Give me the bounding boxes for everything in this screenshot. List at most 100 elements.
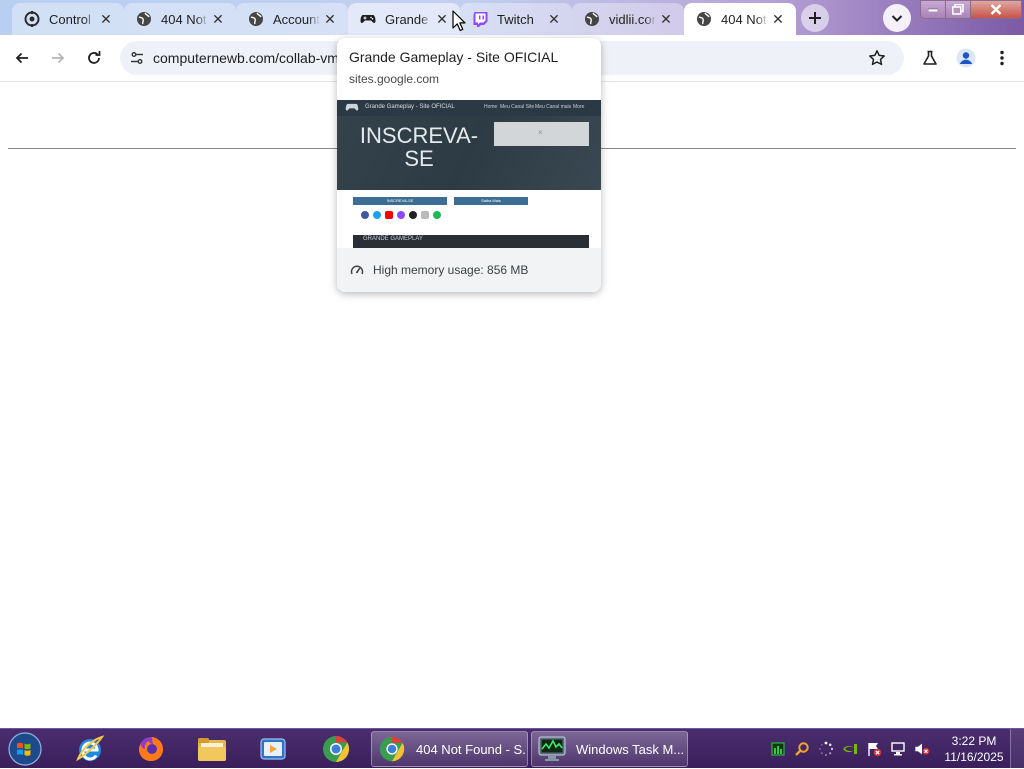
clock-date: 11/16/2025: [944, 750, 1004, 764]
tab-preview-thumbnail: Grande Gameplay - Site OFICIAL Home Meu …: [337, 100, 601, 248]
tiktok-icon: [409, 211, 417, 219]
minimize-icon: [928, 8, 938, 12]
thumbnail-nav-link: Home: [484, 104, 498, 110]
close-window-button[interactable]: [970, 0, 1022, 19]
close-icon[interactable]: ✕: [208, 9, 228, 29]
arrow-right-icon: [52, 52, 65, 64]
taskbar-pin-ie[interactable]: [64, 731, 116, 767]
folder-icon: [198, 738, 226, 761]
clock-time: 3:22 PM: [951, 734, 997, 748]
profile-button[interactable]: [951, 43, 981, 73]
tray-search-icon[interactable]: [794, 741, 810, 757]
close-icon: [990, 4, 1002, 15]
taskbar-task-task-manager[interactable]: Windows Task M...: [531, 731, 688, 767]
plus-icon: [809, 12, 821, 24]
tab-grande[interactable]: Grande ✕: [348, 3, 460, 35]
close-icon[interactable]: ✕: [768, 9, 788, 29]
thumbnail-hero: INSCREVA-SE ×: [337, 116, 601, 190]
tab-label: Twitch: [497, 11, 534, 27]
kebab-menu-icon: [1000, 50, 1004, 66]
globe-icon: [696, 11, 712, 27]
bookmark-star-icon[interactable]: [866, 47, 888, 69]
tab-label: Account: [273, 11, 320, 27]
gamepad-icon: [345, 103, 359, 111]
close-icon[interactable]: ✕: [96, 9, 116, 29]
link-icon: [421, 211, 429, 219]
reload-button[interactable]: [79, 43, 109, 73]
tab-strip: Control ✕ 404 Not Found ✕ Account ✕ Gran…: [0, 0, 1024, 35]
thumbnail-video-title: GRANDE GAMEPLAY: [363, 236, 423, 242]
twitch-icon: [472, 11, 488, 27]
taskbar-pin-chrome[interactable]: [310, 731, 362, 767]
tray-volume-muted-icon[interactable]: [914, 741, 930, 757]
hover-card-title: Grande Gameplay - Site OFICIAL: [349, 49, 559, 65]
taskbar-pin-explorer[interactable]: [186, 731, 238, 767]
tab-404-not-found-active[interactable]: 404 Not Found ✕: [684, 3, 796, 35]
thumbnail-site-title: Grande Gameplay - Site OFICIAL: [365, 104, 455, 110]
thumbnail-nav-link: Meu Canal mais: [535, 104, 572, 110]
restore-icon: [952, 4, 964, 15]
memory-usage-text: High memory usage: 856 MB: [373, 263, 529, 277]
hover-card-footer: High memory usage: 856 MB: [337, 248, 601, 292]
globe-icon: [136, 11, 152, 27]
tray-performance-icon[interactable]: [770, 741, 786, 757]
show-desktop-button[interactable]: [1010, 729, 1024, 769]
start-button[interactable]: [3, 729, 47, 769]
tab-search-button[interactable]: [883, 4, 911, 32]
forward-button[interactable]: [43, 43, 73, 73]
tray-spinner-icon[interactable]: [818, 741, 834, 757]
twitch-icon: [397, 211, 405, 219]
tray-nvidia-icon[interactable]: [842, 741, 858, 757]
tab-label: Control: [49, 11, 91, 27]
thumbnail-form-glyph: ×: [538, 128, 543, 137]
taskbar: 404 Not Found - S... Windows Task M... 3…: [0, 728, 1024, 769]
tab-label: vidlii.com: [609, 11, 656, 27]
chrome-icon: [323, 735, 350, 763]
avatar-icon: [956, 48, 976, 68]
thumbnail-button: Saiba Mais: [454, 197, 528, 205]
menu-button[interactable]: [987, 43, 1017, 73]
thumbnail-nav-link: More: [573, 104, 585, 110]
spotify-icon: [433, 211, 441, 219]
twitter-icon: [373, 211, 381, 219]
chevron-down-icon: [891, 15, 903, 22]
back-button[interactable]: [7, 43, 37, 73]
tab-control[interactable]: Control ✕: [12, 3, 124, 35]
tab-label: 404 Not Found: [721, 11, 768, 27]
tab-twitch[interactable]: Twitch ✕: [460, 3, 572, 35]
close-icon[interactable]: ✕: [432, 9, 452, 29]
labs-button[interactable]: [915, 43, 945, 73]
youtube-icon: [385, 211, 393, 219]
restore-button[interactable]: [945, 0, 971, 19]
task-label: 404 Not Found - S...: [416, 741, 527, 757]
new-tab-button[interactable]: [801, 4, 829, 32]
tray-action-center-icon[interactable]: [866, 741, 882, 757]
close-icon[interactable]: ✕: [544, 9, 564, 29]
taskbar-pin-firefox[interactable]: [125, 731, 177, 767]
close-icon[interactable]: ✕: [656, 9, 676, 29]
mouse-cursor-icon: [452, 10, 466, 32]
thumbnail-nav-link: Meu Canal Site: [500, 104, 535, 110]
tab-label: 404 Not Found: [161, 11, 208, 27]
site-info-icon[interactable]: [128, 49, 146, 67]
taskbar-task-chrome[interactable]: 404 Not Found - S...: [371, 731, 528, 767]
close-icon[interactable]: ✕: [320, 9, 340, 29]
taskbar-clock[interactable]: 3:22 PM 11/16/2025: [938, 733, 1010, 765]
firefox-icon: [139, 737, 163, 761]
tray-network-icon[interactable]: [890, 741, 906, 757]
reload-icon: [88, 51, 101, 64]
hover-card-domain: sites.google.com: [349, 72, 440, 86]
internet-explorer-icon: [76, 735, 105, 762]
tab-account[interactable]: Account ✕: [236, 3, 348, 35]
globe-icon: [584, 11, 600, 27]
arrow-left-icon: [15, 52, 28, 64]
tab-vidlii[interactable]: vidlii.com ✕: [572, 3, 684, 35]
taskbar-pin-media-player[interactable]: [247, 731, 299, 767]
gamepad-icon: [360, 11, 376, 27]
tab-404-not-found[interactable]: 404 Not Found ✕: [124, 3, 236, 35]
thumbnail-navbar: Grande Gameplay - Site OFICIAL Home Meu …: [337, 100, 601, 116]
flask-icon: [923, 50, 937, 65]
minimize-button[interactable]: [920, 0, 946, 19]
thumbnail-social-icons: [361, 211, 441, 219]
url-text: computernewb.com/collab-vm: [153, 50, 339, 66]
